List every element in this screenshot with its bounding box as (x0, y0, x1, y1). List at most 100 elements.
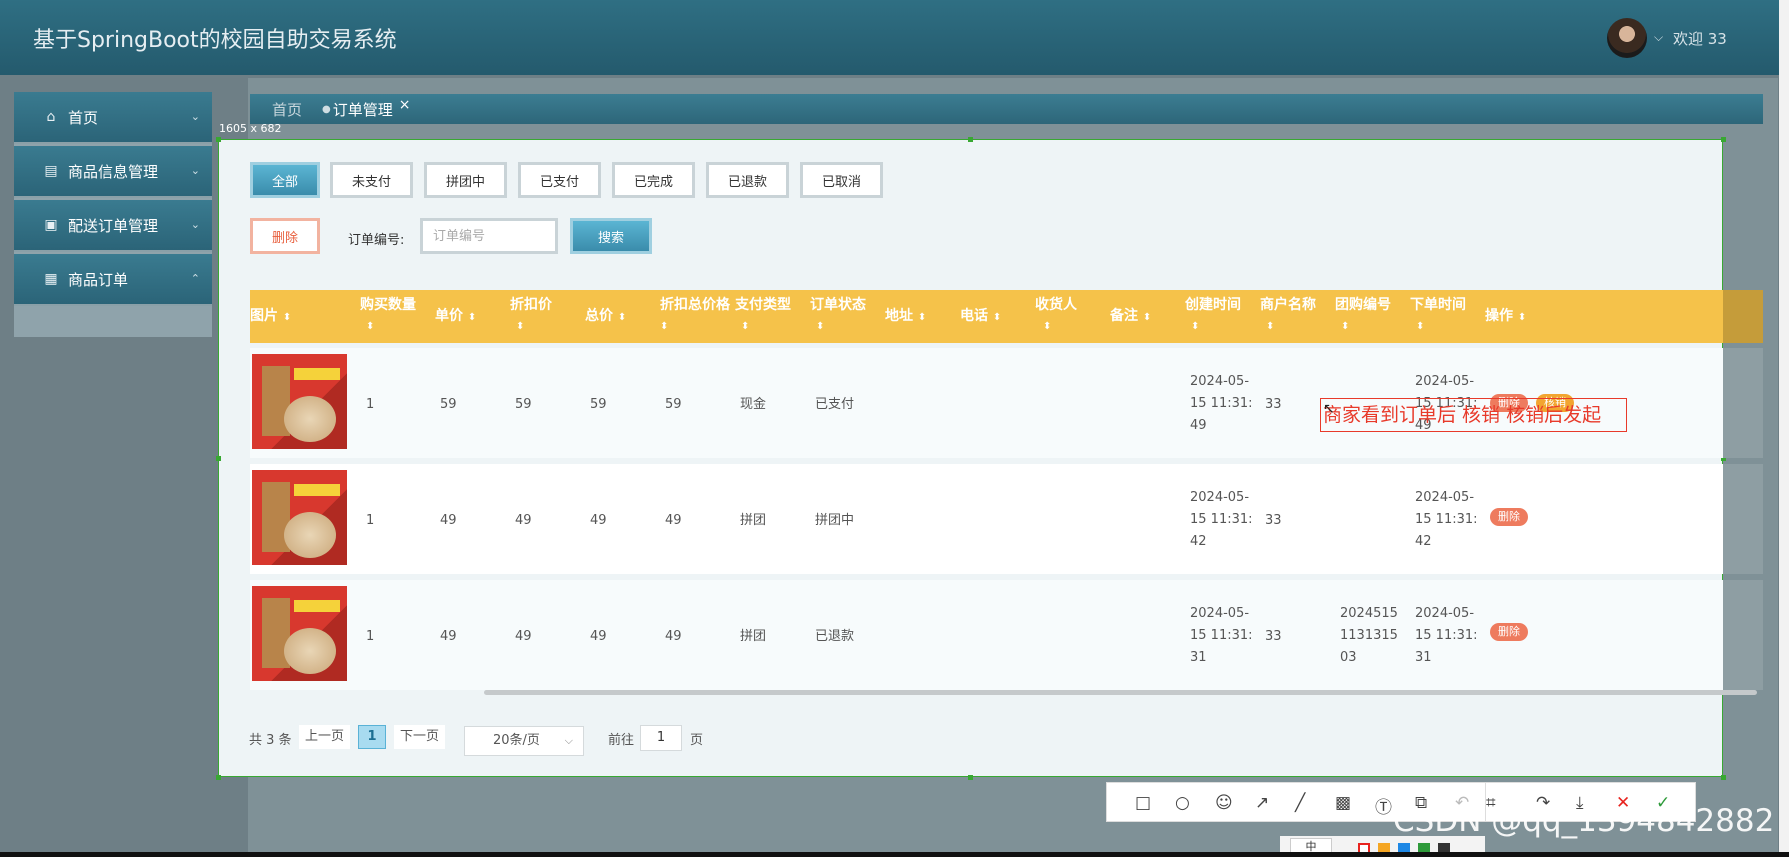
column-label: 团购编号 (1335, 297, 1391, 313)
column-label: 总价 (585, 308, 613, 324)
home-icon: ⌂ (46, 109, 56, 125)
column-header-quantity[interactable]: 购买数量 ⬍ (360, 295, 416, 337)
emoji-tool-icon[interactable]: ☺ (1215, 793, 1233, 813)
sidebar-item-label: 商品订单 (68, 270, 129, 289)
delete-button[interactable]: 删除 (250, 218, 320, 254)
cell-discount-price: 49 (515, 629, 532, 644)
sort-icon[interactable]: ⬍ (468, 312, 476, 323)
table-row-fixed (1723, 348, 1763, 458)
sort-icon[interactable]: ⬍ (1143, 312, 1151, 323)
page-size-select[interactable]: 20条/页 ⌵ (464, 726, 584, 756)
sort-icon[interactable]: ⬍ (918, 312, 926, 323)
column-header-total[interactable]: 总价 ⬍ (585, 306, 626, 328)
search-button[interactable]: 搜索 (570, 218, 652, 254)
product-image[interactable] (252, 586, 347, 681)
table-horizontal-scrollbar[interactable] (484, 690, 1757, 695)
sort-icon[interactable]: ⬍ (283, 312, 291, 323)
column-header-phone[interactable]: 电话 ⬍ (960, 306, 1001, 328)
column-header-group-id[interactable]: 团购编号 ⬍ (1335, 295, 1391, 337)
chevron-down-icon[interactable]: ⌵ (1654, 30, 1663, 45)
column-label: 折扣价 (510, 297, 552, 313)
sort-icon[interactable]: ⬍ (816, 321, 824, 332)
window-scrollbar[interactable] (1779, 0, 1789, 857)
sort-icon[interactable]: ⬍ (1266, 321, 1274, 332)
column-header-merchant[interactable]: 商户名称 ⬍ (1260, 295, 1316, 337)
sort-icon[interactable]: ⬍ (993, 312, 1001, 323)
cell-discount-total: 49 (665, 513, 682, 528)
breadcrumb-home[interactable]: 首页 (272, 99, 302, 120)
column-header-pay-type[interactable]: 支付类型 ⬍ (735, 295, 791, 337)
column-header-price[interactable]: 单价 ⬍ (435, 306, 476, 328)
tab-completed[interactable]: 已完成 (612, 162, 695, 198)
column-header-status[interactable]: 订单状态 ⬍ (810, 295, 866, 337)
sort-icon[interactable]: ⬍ (660, 321, 668, 332)
ellipse-tool-icon[interactable]: ○ (1175, 793, 1190, 813)
capture-handle[interactable] (968, 775, 973, 780)
column-header-created[interactable]: 创建时间 ⬍ (1185, 295, 1241, 337)
column-header-receiver[interactable]: 收货人 ⬍ (1035, 295, 1077, 337)
sort-icon[interactable]: ⬍ (1191, 321, 1199, 332)
tab-cancelled[interactable]: 已取消 (800, 162, 883, 198)
cell-total: 59 (590, 397, 607, 412)
table-icon: ▤ (44, 163, 58, 179)
sidebar-item-label: 商品信息管理 (68, 162, 159, 181)
product-image[interactable] (252, 354, 347, 449)
column-header-image[interactable]: 图片 ⬍ (250, 306, 291, 328)
cell-created-time: 2024-05- 15 11:31: 42 (1190, 490, 1253, 549)
row-delete-button[interactable]: 删除 (1490, 508, 1528, 526)
pagination-page-label: 页 (690, 733, 704, 748)
sort-icon[interactable]: ⬍ (1518, 312, 1526, 323)
cell-merchant: 33 (1265, 513, 1282, 528)
column-label: 创建时间 (1185, 297, 1241, 313)
sort-icon[interactable]: ⬍ (1341, 321, 1349, 332)
text-tool-icon[interactable]: Ⓣ (1375, 793, 1392, 818)
sidebar-item-delivery-orders[interactable]: ▣ 配送订单管理 ⌄ (14, 200, 212, 252)
sidebar-item-home[interactable]: ⌂ 首页 ⌄ (14, 92, 212, 144)
sort-icon[interactable]: ⬍ (1416, 321, 1424, 332)
column-header-address[interactable]: 地址 ⬍ (885, 306, 926, 328)
capture-handle[interactable] (968, 137, 973, 142)
breadcrumb-current[interactable]: 订单管理 (333, 99, 393, 120)
avatar[interactable] (1607, 18, 1647, 58)
tab-unpaid[interactable]: 未支付 (330, 162, 413, 198)
column-header-discount-total[interactable]: 折扣总价格 ⬍ (660, 295, 730, 337)
welcome-text[interactable]: 欢迎 33 (1673, 28, 1727, 49)
capture-handle[interactable] (216, 137, 221, 142)
mosaic-tool-icon[interactable]: ▩ (1335, 793, 1351, 813)
column-header-remark[interactable]: 备注 ⬍ (1110, 306, 1151, 328)
sort-icon[interactable]: ⬍ (741, 321, 749, 332)
product-image[interactable] (252, 470, 347, 565)
cell-price: 49 (440, 513, 457, 528)
rectangle-tool-icon[interactable]: □ (1135, 793, 1151, 813)
sidebar-item-product-orders[interactable]: ▦ 商品订单 ⌃ (14, 254, 212, 306)
pagination-prev-button[interactable]: 上一页 (299, 725, 351, 749)
annotation-textbox[interactable]: 商家看到订单后 核销 核销后发起 (1320, 398, 1627, 432)
pagination-goto-input[interactable]: 1 (640, 725, 682, 751)
row-delete-button[interactable]: 删除 (1490, 623, 1528, 641)
pen-tool-icon[interactable]: ╱ (1295, 793, 1305, 813)
sort-icon[interactable]: ⬍ (516, 321, 524, 332)
tab-paid[interactable]: 已支付 (518, 162, 601, 198)
pagination-next-button[interactable]: 下一页 (394, 725, 446, 749)
column-label: 商户名称 (1260, 297, 1316, 313)
capture-handle[interactable] (216, 456, 221, 461)
dot-icon: ● (322, 103, 331, 115)
tab-refunded[interactable]: 已退款 (706, 162, 789, 198)
tab-all[interactable]: 全部 (250, 162, 320, 198)
arrow-tool-icon[interactable]: ↗ (1255, 793, 1269, 813)
close-icon[interactable]: × (399, 97, 411, 113)
server-icon: ▦ (44, 271, 58, 287)
sort-icon[interactable]: ⬍ (1043, 321, 1051, 332)
tab-group-buying[interactable]: 拼团中 (424, 162, 507, 198)
sort-icon[interactable]: ⬍ (618, 312, 626, 323)
sidebar-item-product-info[interactable]: ▤ 商品信息管理 ⌄ (14, 146, 212, 198)
pagination-current-page[interactable]: 1 (358, 725, 386, 749)
column-header-order-time[interactable]: 下单时间 ⬍ (1410, 295, 1466, 337)
order-number-input[interactable] (420, 218, 558, 254)
capture-handle[interactable] (1721, 137, 1726, 142)
capture-handle[interactable] (216, 775, 221, 780)
capture-size-label: 1605 x 682 (219, 122, 282, 135)
sort-icon[interactable]: ⬍ (366, 321, 374, 332)
column-header-discount-price[interactable]: 折扣价 ⬍ (510, 295, 552, 337)
capture-handle[interactable] (1721, 775, 1726, 780)
